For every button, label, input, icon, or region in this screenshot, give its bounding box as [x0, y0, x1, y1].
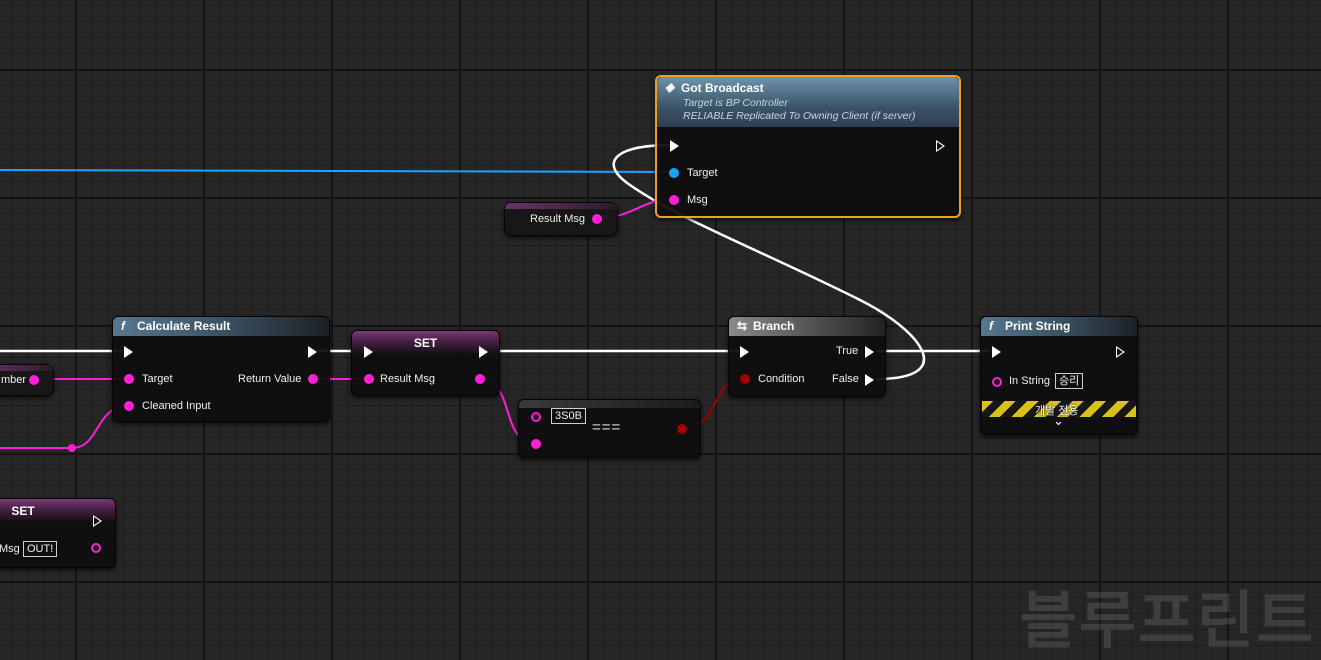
- print-string-node[interactable]: f Print String In String 승리 개발 전용 ⌄: [980, 316, 1138, 435]
- set-msg-label: Msg: [0, 543, 20, 555]
- reroute-knot[interactable]: [68, 444, 76, 452]
- set-result-msg-node[interactable]: SET Result Msg: [351, 330, 500, 396]
- result-msg-getter-pin[interactable]: [592, 214, 602, 224]
- expand-chevron-icon[interactable]: ⌄: [1053, 413, 1064, 429]
- branch-title: Branch: [753, 319, 795, 333]
- print-string-title: Print String: [1005, 319, 1071, 333]
- branch-false-label: False: [832, 373, 859, 385]
- calculate-result-return-pin[interactable]: [308, 374, 318, 384]
- branch-condition-pin[interactable]: [740, 374, 750, 384]
- got-broadcast-exec-out-pin[interactable]: [936, 140, 945, 152]
- set-result-msg-out-pin[interactable]: [475, 374, 485, 384]
- print-string-exec-out-pin[interactable]: [1116, 346, 1125, 358]
- calculate-result-return-label: Return Value: [238, 373, 302, 385]
- branch-icon: ⇆: [737, 319, 748, 333]
- got-broadcast-msg-label: Msg: [687, 194, 708, 206]
- got-broadcast-target-pin[interactable]: [669, 168, 679, 178]
- calculate-result-header: f Calculate Result: [113, 317, 329, 336]
- print-string-in-string-pin[interactable]: [992, 377, 1002, 387]
- object-wire: [0, 169, 673, 173]
- result-msg-getter-label: Result Msg: [530, 213, 586, 225]
- string-equals-operator: ===: [592, 419, 622, 436]
- calculate-result-node[interactable]: f Calculate Result Target Return Value C…: [112, 316, 330, 422]
- branch-true-label: True: [836, 345, 859, 357]
- print-string-in-string-value[interactable]: 승리: [1055, 373, 1084, 389]
- string-equals-input-b-pin[interactable]: [531, 439, 541, 449]
- print-string-header: f Print String: [981, 317, 1137, 336]
- got-broadcast-target-label: Target: [687, 167, 718, 179]
- branch-exec-in-pin[interactable]: [740, 346, 749, 358]
- string-wire-cleaned: [0, 405, 129, 449]
- partial-getter-pin[interactable]: [29, 375, 39, 385]
- calculate-result-target-label: Target: [142, 373, 173, 385]
- result-msg-getter-node[interactable]: Result Msg: [504, 202, 618, 236]
- print-string-exec-in-pin[interactable]: [992, 346, 1001, 358]
- set-msg-value[interactable]: OUT!: [23, 541, 58, 557]
- function-icon: f: [989, 319, 993, 333]
- branch-header: ⇆ Branch: [729, 317, 885, 336]
- print-string-in-string-label: In String: [1009, 375, 1050, 387]
- got-broadcast-title: Got Broadcast: [681, 81, 764, 95]
- string-equals-header: [519, 400, 700, 408]
- set-result-msg-header: SET: [352, 331, 499, 353]
- calculate-result-title: Calculate Result: [137, 319, 231, 333]
- partial-getter-node[interactable]: mber: [0, 364, 54, 396]
- string-equals-node[interactable]: 3S0B ===: [518, 399, 701, 458]
- set-msg-exec-out-pin[interactable]: [93, 515, 102, 527]
- branch-node[interactable]: ⇆ Branch True Condition False: [728, 316, 886, 397]
- calculate-result-cleaned-input-label: Cleaned Input: [142, 400, 211, 412]
- partial-getter-label: mber: [1, 374, 27, 386]
- got-broadcast-msg-pin[interactable]: [669, 195, 679, 205]
- set-result-msg-exec-in-pin[interactable]: [364, 346, 373, 358]
- got-broadcast-exec-in-pin[interactable]: [670, 140, 679, 152]
- branch-true-pin[interactable]: [865, 346, 874, 358]
- calculate-result-exec-out-pin[interactable]: [308, 346, 317, 358]
- set-result-msg-exec-out-pin[interactable]: [479, 346, 488, 358]
- calculate-result-exec-in-pin[interactable]: [124, 346, 133, 358]
- blueprint-watermark: 블루프린트: [1020, 587, 1316, 656]
- got-broadcast-subtitle-target: Target is BP Controller: [683, 97, 788, 109]
- set-result-msg-label: Result Msg: [380, 373, 436, 385]
- calculate-result-cleaned-input-pin[interactable]: [124, 401, 134, 411]
- event-icon: ◈: [665, 80, 675, 94]
- string-equals-output-pin[interactable]: [677, 424, 687, 434]
- branch-false-pin[interactable]: [865, 374, 874, 386]
- set-result-msg-in-pin[interactable]: [364, 374, 374, 384]
- set-msg-node[interactable]: SET Msg OUT!: [0, 498, 116, 568]
- set-msg-out-pin[interactable]: [91, 543, 101, 553]
- string-equals-input-a-pin[interactable]: [531, 412, 541, 422]
- string-equals-value-box[interactable]: 3S0B: [551, 408, 586, 424]
- got-broadcast-node[interactable]: ◈ Got Broadcast Target is BP Controller …: [655, 75, 961, 218]
- function-icon: f: [121, 319, 125, 333]
- got-broadcast-subtitle-replication: RELIABLE Replicated To Owning Client (if…: [683, 110, 916, 122]
- got-broadcast-header: ◈ Got Broadcast Target is BP Controller …: [657, 77, 959, 127]
- calculate-result-target-pin[interactable]: [124, 374, 134, 384]
- branch-condition-label: Condition: [758, 373, 805, 385]
